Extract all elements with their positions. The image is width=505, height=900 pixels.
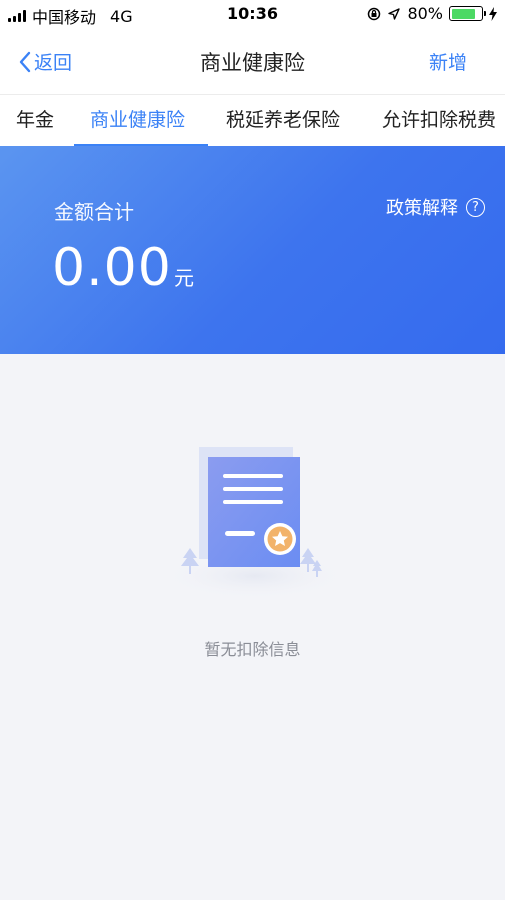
tab-deductible-taxes[interactable]: 允许扣除税费 [382,105,496,132]
empty-document-illustration [160,447,350,600]
nav-bar: 返回 商业健康险 新增 [0,28,505,94]
total-amount-label: 金额合计 [54,200,134,224]
tab-commercial-health-insurance[interactable]: 商业健康险 [90,105,185,132]
add-button[interactable]: 新增 [429,48,467,75]
help-icon: ? [466,197,485,217]
tab-annuity[interactable]: 年金 [16,105,54,132]
policy-explanation-link[interactable]: 政策解释 ? [386,194,485,220]
tab-bar: 年金 商业健康险 税延养老保险 允许扣除税费 [0,94,505,146]
charging-icon [489,6,497,21]
orientation-lock-icon [368,7,381,20]
total-amount-value: 0.00 [52,238,172,298]
status-bar: 中国移动 4G 10:36 80% [0,0,505,28]
status-right: 80% [367,4,497,23]
location-icon [388,7,401,20]
battery-fill [451,8,475,19]
empty-state-message: 暂无扣除信息 [204,640,301,659]
tab-tax-deferred-pension[interactable]: 税延养老保险 [226,105,340,132]
summary-banner: 金额合计 0.00 元 政策解释 ? [0,146,505,354]
battery-icon [449,6,486,21]
amount-unit: 元 [174,266,194,290]
battery-percent: 80% [407,4,443,23]
policy-label: 政策解释 [386,198,458,219]
